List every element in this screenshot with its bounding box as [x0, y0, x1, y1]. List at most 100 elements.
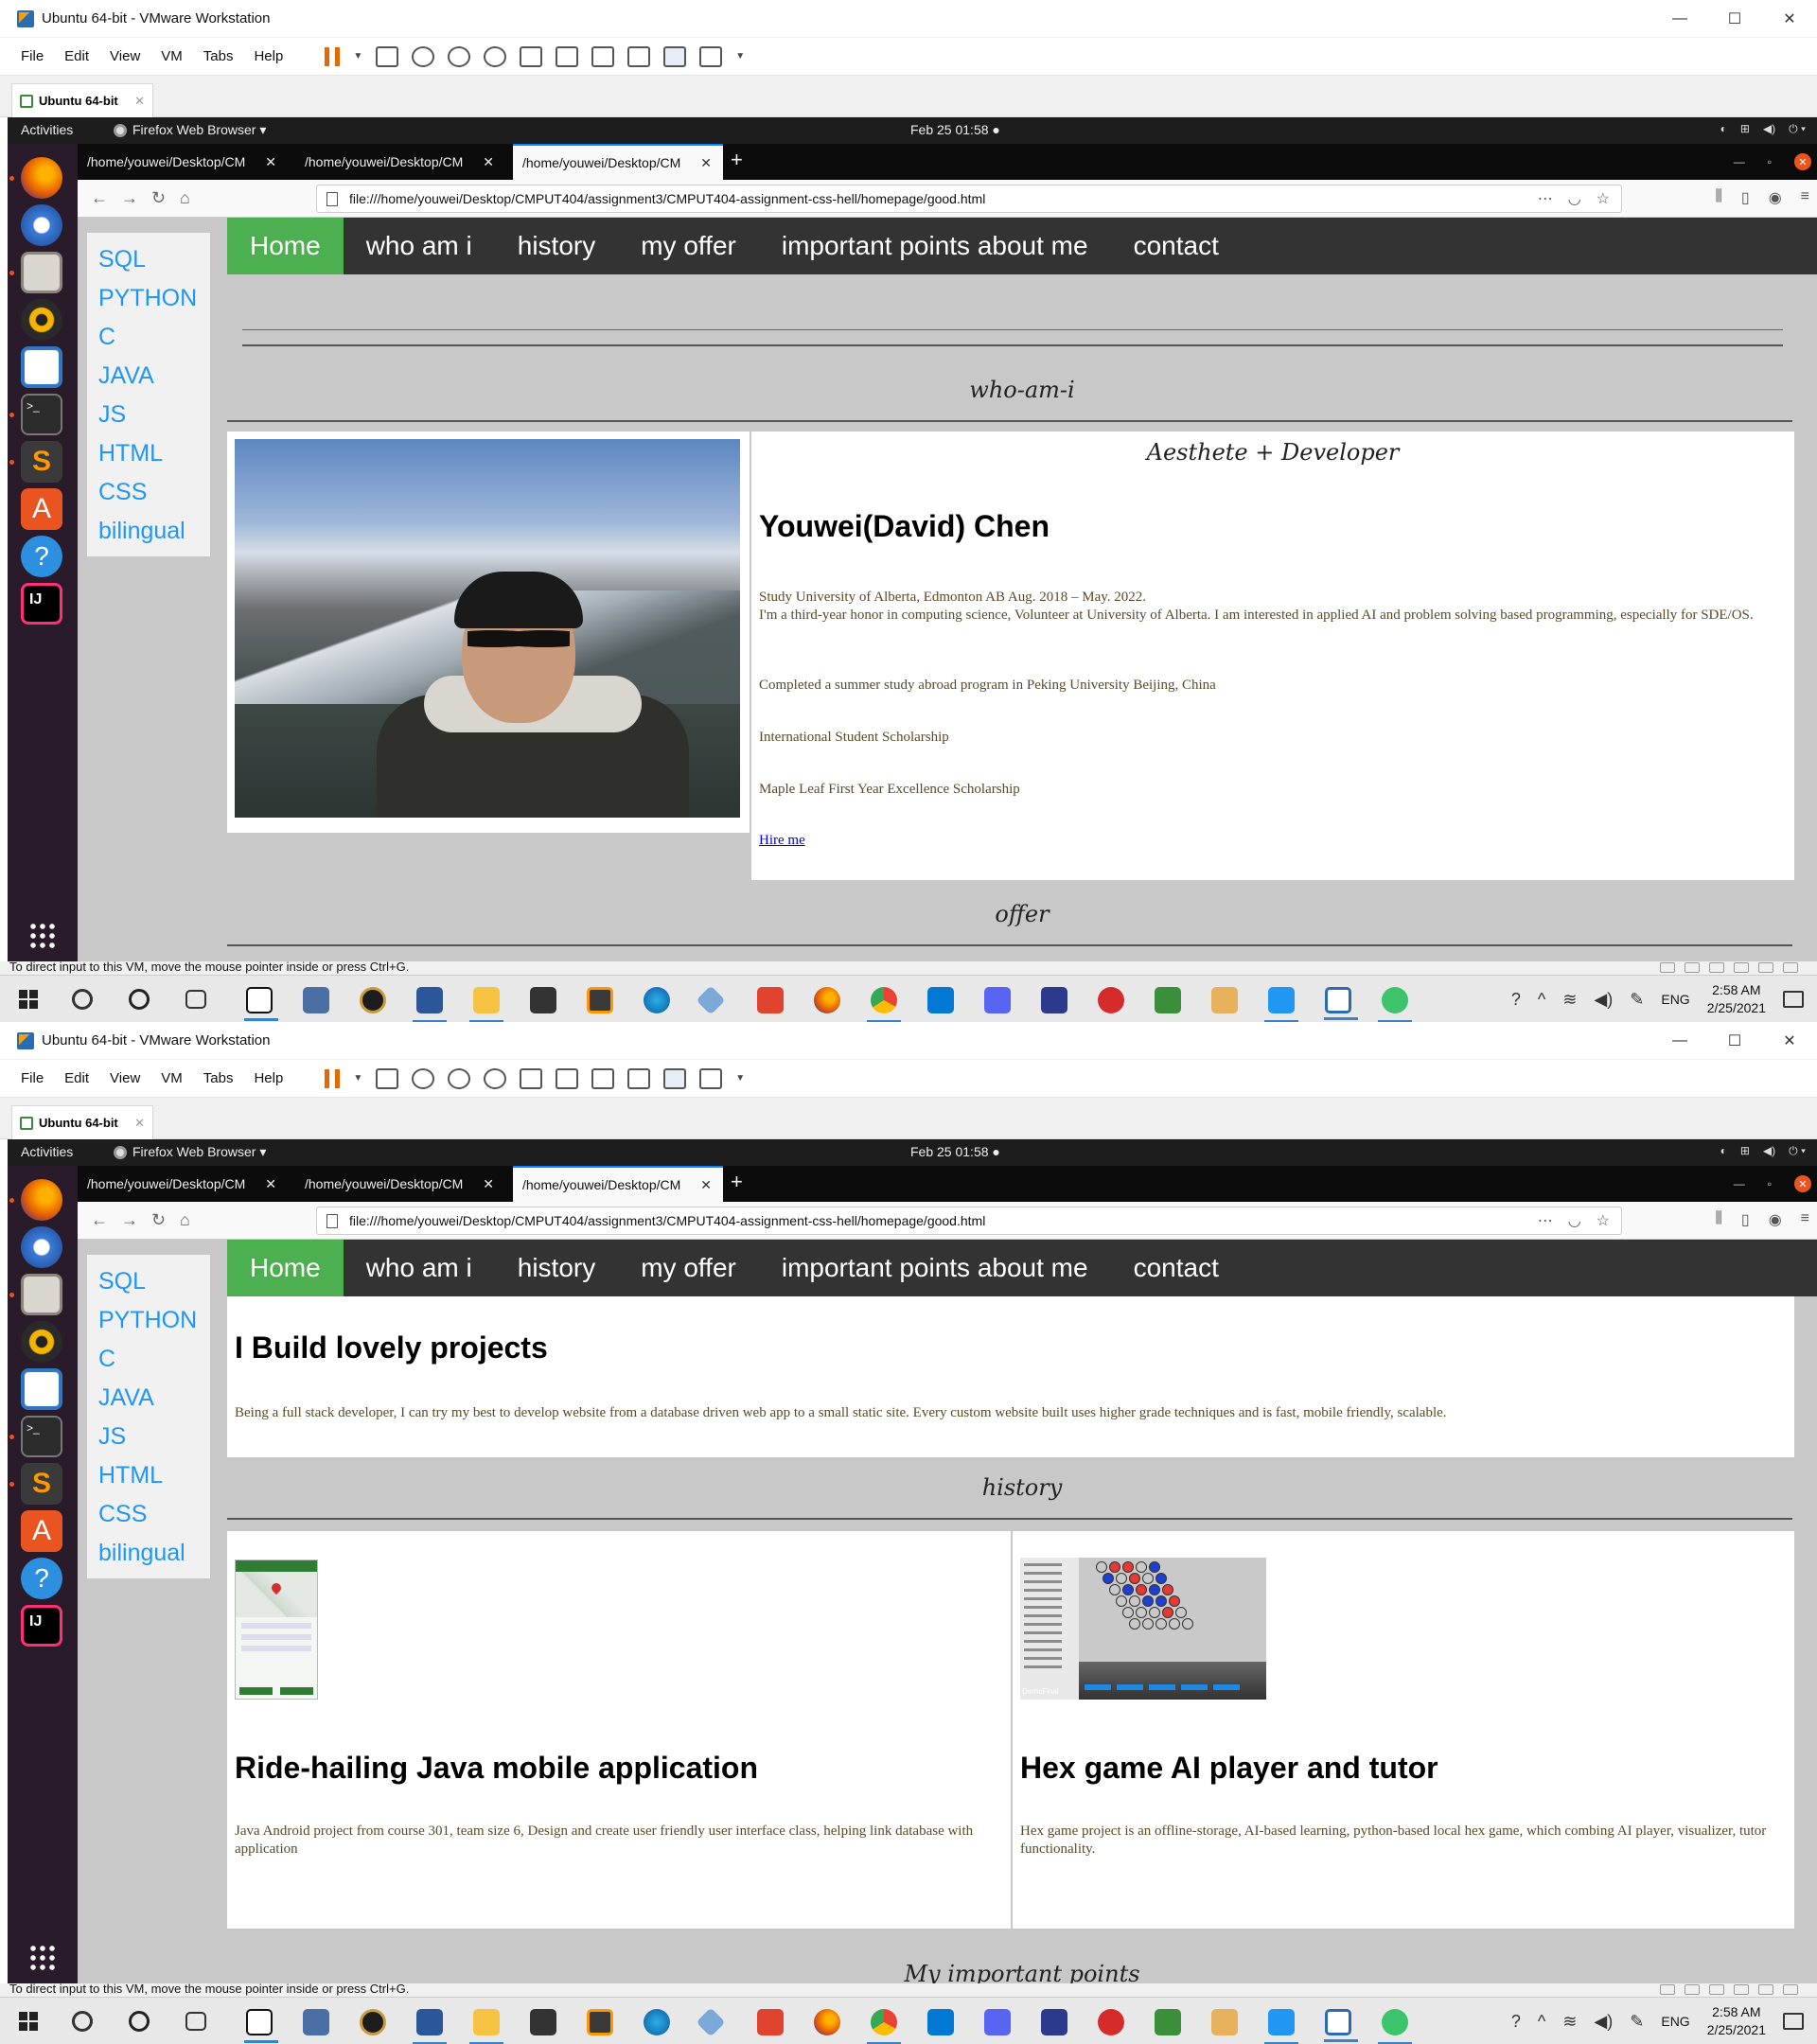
skill-link[interactable]: PYTHON — [98, 279, 199, 318]
minimize-button[interactable]: — — [1734, 155, 1745, 168]
show-applications-icon[interactable] — [28, 1944, 57, 1972]
device-icon[interactable] — [1734, 962, 1749, 973]
minimize-button[interactable]: — — [1652, 1022, 1707, 1060]
reload-icon[interactable]: ↻ — [151, 188, 166, 208]
skill-link[interactable]: HTML — [98, 1456, 199, 1495]
pen-icon[interactable]: ✎ — [1630, 990, 1644, 1010]
language-indicator[interactable]: ENG — [1661, 2014, 1689, 2029]
intellij-dock-icon[interactable]: IJ — [21, 583, 62, 625]
pocket-icon[interactable]: ◡ — [1568, 189, 1581, 208]
thunderbird-dock-icon[interactable] — [21, 1226, 62, 1268]
pen-icon[interactable]: ✎ — [1630, 2012, 1644, 2032]
skill-link[interactable]: JS — [98, 1418, 199, 1456]
menu-file[interactable]: File — [21, 1070, 44, 1086]
device-icon[interactable] — [1685, 962, 1700, 973]
sidebar-icon[interactable]: ▯ — [1741, 1210, 1750, 1229]
page-actions-icon[interactable]: ⋯ — [1538, 189, 1553, 208]
back-icon[interactable]: ← — [91, 188, 108, 208]
hamburger-menu-icon[interactable]: ≡ — [1801, 1210, 1809, 1229]
unity-icon[interactable] — [627, 1067, 651, 1089]
full-screen-icon[interactable] — [591, 1067, 615, 1089]
menu-view[interactable]: View — [110, 48, 140, 64]
photos-icon[interactable] — [1211, 987, 1238, 1013]
skill-link[interactable]: bilingual — [98, 1534, 199, 1573]
dictionary-icon[interactable] — [1155, 2009, 1181, 2035]
vmware-workstation-icon[interactable] — [1324, 2009, 1358, 2042]
calculator-icon[interactable] — [303, 987, 329, 1013]
calculator-icon[interactable] — [303, 2009, 329, 2035]
send-ctrl-alt-del-icon[interactable] — [376, 1067, 399, 1089]
wifi-icon[interactable]: ≋ — [1562, 2012, 1577, 2032]
menu-help[interactable]: Help — [254, 1070, 283, 1086]
app-menu[interactable]: Firefox Web Browser ▾ — [114, 122, 266, 138]
nav-who-am-i[interactable]: who am i — [344, 218, 495, 274]
task-view-icon[interactable] — [185, 990, 206, 1009]
device-icon[interactable] — [1758, 962, 1773, 973]
library-icon[interactable]: ⫼ — [1716, 188, 1722, 207]
browser-tab[interactable]: /home/youwei/Desktop/CM ✕ — [78, 144, 288, 180]
chevron-down-icon[interactable]: ▼ — [735, 51, 745, 62]
maximize-button[interactable]: ☐ — [1707, 1022, 1762, 1060]
notion-icon[interactable] — [244, 2009, 278, 2043]
league-client-icon[interactable] — [360, 2009, 386, 2035]
close-icon[interactable]: ✕ — [134, 94, 145, 109]
pause-icon[interactable] — [325, 46, 341, 66]
url-bar[interactable]: file:///home/youwei/Desktop/CMPUT404/ass… — [316, 185, 1622, 213]
console-view-icon[interactable] — [663, 1067, 687, 1089]
bookmark-star-icon[interactable]: ☆ — [1596, 189, 1610, 208]
close-icon[interactable]: ✕ — [700, 1177, 712, 1193]
skill-link[interactable]: JS — [98, 396, 199, 434]
wechat-icon[interactable] — [1378, 987, 1412, 1022]
search-icon[interactable] — [72, 2011, 93, 2032]
notification-icon[interactable] — [1783, 991, 1804, 1008]
chevron-down-icon[interactable]: ▼ — [353, 1073, 362, 1084]
power-icon[interactable]: ⏻ ▾ — [1789, 122, 1806, 136]
bookmark-star-icon[interactable]: ☆ — [1596, 1211, 1610, 1230]
close-icon[interactable]: ✕ — [483, 1176, 494, 1192]
browser-tab-active[interactable]: /home/youwei/Desktop/CM ✕ — [513, 144, 723, 180]
vm-tab-ubuntu[interactable]: Ubuntu 64-bit ✕ — [11, 83, 153, 117]
device-icon[interactable] — [1734, 1984, 1749, 1995]
help-dock-icon[interactable]: ? — [21, 536, 62, 577]
rhythmbox-dock-icon[interactable] — [21, 299, 62, 341]
git-icon[interactable] — [696, 985, 726, 1015]
help-icon[interactable]: ? — [1511, 2012, 1521, 2032]
library-icon[interactable] — [520, 1067, 543, 1089]
nav-contact[interactable]: contact — [1111, 218, 1242, 274]
minimize-button[interactable]: — — [1652, 0, 1707, 38]
home-icon[interactable]: ⌂ — [180, 1210, 190, 1230]
libreoffice-writer-dock-icon[interactable] — [21, 1368, 62, 1410]
send-ctrl-alt-del-icon[interactable] — [376, 45, 399, 67]
menu-file[interactable]: File — [21, 48, 44, 64]
pocket-icon[interactable]: ◡ — [1568, 1211, 1581, 1230]
new-tab-button[interactable]: + — [731, 1170, 743, 1194]
firefox-taskbar-icon[interactable] — [814, 987, 840, 1013]
ubuntu-guest-screen[interactable]: Activities Firefox Web Browser ▾ Feb 25 … — [8, 117, 1817, 967]
power-icon[interactable]: ⏻ ▾ — [1789, 1144, 1806, 1158]
sublime-taskbar-icon[interactable] — [587, 987, 613, 1013]
task-view-icon[interactable] — [185, 2012, 206, 2031]
terminal-dock-icon[interactable]: >_ — [21, 1416, 62, 1457]
home-icon[interactable]: ⌂ — [180, 188, 190, 208]
skill-link[interactable]: HTML — [98, 434, 199, 473]
full-screen-icon[interactable] — [591, 45, 615, 67]
typora-icon[interactable] — [1041, 2009, 1067, 2035]
sublime-text-dock-icon[interactable]: S — [21, 441, 62, 483]
skill-link[interactable]: CSS — [98, 1495, 199, 1534]
close-icon[interactable]: ✕ — [265, 154, 276, 170]
nav-history[interactable]: history — [495, 1240, 618, 1296]
device-icon[interactable] — [1709, 962, 1724, 973]
vmware-workstation-icon[interactable] — [1324, 987, 1358, 1020]
language-indicator[interactable]: ENG — [1661, 992, 1689, 1007]
file-explorer-icon[interactable] — [469, 987, 503, 1022]
close-icon[interactable]: ✕ — [134, 1116, 145, 1131]
intellij-dock-icon[interactable]: IJ — [21, 1605, 62, 1647]
account-icon[interactable]: ◉ — [1769, 1210, 1782, 1229]
skill-link[interactable]: C — [98, 318, 199, 357]
revert-snapshot-icon[interactable] — [448, 45, 471, 67]
close-icon[interactable]: ✕ — [483, 154, 494, 170]
nav-my-offer[interactable]: my offer — [618, 218, 759, 274]
dictionary-icon[interactable] — [1155, 987, 1181, 1013]
hire-me-link[interactable]: Hire me — [759, 833, 805, 849]
menu-edit[interactable]: Edit — [64, 48, 89, 64]
